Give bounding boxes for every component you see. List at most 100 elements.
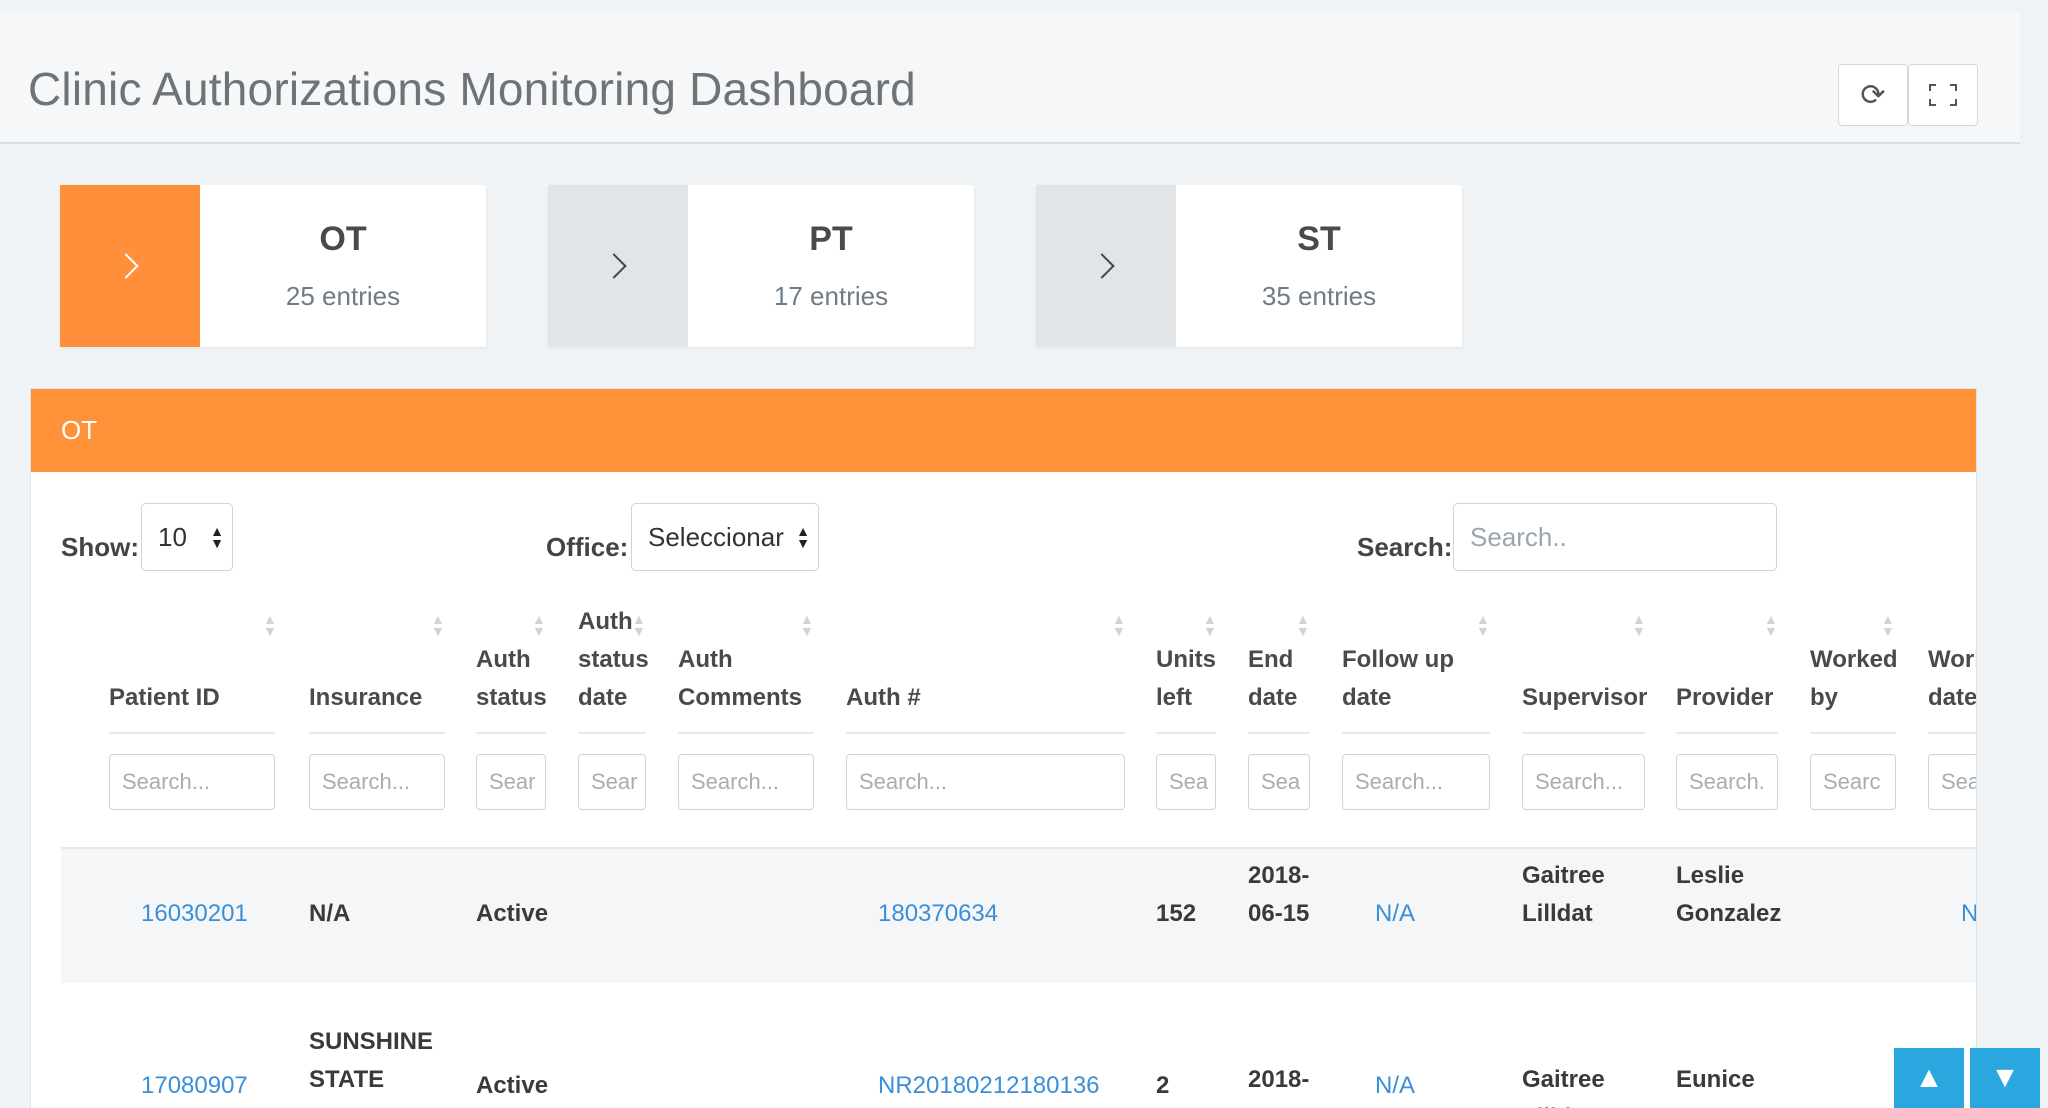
col-divider [846,732,1125,734]
show-label: Show: [61,532,139,562]
search-supervisor-input[interactable]: Search... [1522,754,1645,810]
provider-cell: Leslie [1676,862,1745,889]
select-arrows-icon: ▲ ▼ [796,523,810,551]
supervisor-cell: Gaitree [1522,862,1605,889]
end-date-cell: 03-12 [1248,1099,1309,1108]
units-left-cell: 2 [1156,1072,1170,1099]
card-ot-count: 25 entries [285,281,401,311]
card-pt-toggle[interactable] [548,185,688,347]
search-worked-by-input[interactable]: Searc [1810,754,1896,810]
office-select[interactable]: Seleccionar ▲ ▼ [631,503,819,571]
col-divider [476,732,546,734]
patient-id-link[interactable]: 17080907 [141,1067,248,1105]
auth-status-cell: Active [476,900,549,927]
col-header-patient-id[interactable]: Patient ID [109,679,220,717]
search-provider-input[interactable]: Search. [1676,754,1778,810]
auth-number-link[interactable]: NR20180212180136 [878,1067,1100,1105]
office-label: Office: [546,532,629,562]
scroll-up-button[interactable]: ▲ [1894,1048,1964,1108]
provider-cell: Orozco [1676,1099,1759,1108]
col-header-auth-comments[interactable]: Auth Comments [678,641,818,717]
card-ot-toggle[interactable] [60,185,200,347]
card-ot-title: OT [319,220,367,258]
show-select[interactable]: 10 ▲ ▼ [141,503,233,571]
card-pt-title: PT [809,220,853,258]
col-divider [1342,732,1490,734]
provider-cell: Gonzalez [1676,900,1782,927]
end-date-cell: 2018- [1248,862,1310,889]
panel-title: OT [31,389,1976,472]
office-value: Seleccionar [648,521,784,552]
card-pt[interactable]: PT 17 entries [548,185,974,347]
sort-icon[interactable]: ▲ ▼ [800,612,814,638]
search-insurance-input[interactable]: Search... [309,754,445,810]
expand-icon [1929,84,1957,106]
search-patient-id-input[interactable]: Search... [109,754,275,810]
chevron-right-icon [1089,253,1115,279]
sort-icon[interactable]: ▲ ▼ [1881,612,1895,638]
search-auth-status-date-input[interactable]: Sear [578,754,646,810]
insurance-cell: SUNSHINE [309,1028,434,1055]
card-st[interactable]: ST 35 entries [1036,185,1462,347]
sort-icon[interactable]: ▲ ▼ [1632,612,1646,638]
supervisor-cell: Gaitree [1522,1066,1605,1093]
col-header-follow-up-date[interactable]: Follow up date [1342,641,1482,717]
search-auth-comments-input[interactable]: Search... [678,754,814,810]
refresh-icon: ⟳ [1860,78,1886,112]
dashboard-header: Clinic Authorizations Monitoring Dashboa… [0,12,2020,144]
patient-id-link[interactable]: 16030201 [141,895,248,933]
chevron-right-icon [601,253,627,279]
page-title: Clinic Authorizations Monitoring Dashboa… [28,63,916,115]
col-divider [1248,732,1310,734]
sort-icon[interactable]: ▲ ▼ [431,612,445,638]
end-date-cell: 2018- [1248,1066,1310,1093]
follow-up-link[interactable]: N/A [1375,895,1415,933]
sort-icon[interactable]: ▲ ▼ [532,612,546,638]
work-date-link[interactable]: N [1961,895,1976,933]
units-left-cell: 152 [1156,900,1197,927]
follow-up-link[interactable]: N/A [1375,1067,1415,1105]
search-work-date-input[interactable]: Sea [1928,754,1976,810]
col-header-units-left[interactable]: Units left [1156,641,1226,717]
auth-status-cell: Active [476,1072,549,1099]
col-header-end-date[interactable]: End date [1248,641,1313,717]
sort-icon[interactable]: ▲ ▼ [1203,612,1217,638]
col-header-auth-number[interactable]: Auth # [846,679,921,717]
card-st-toggle[interactable] [1036,185,1176,347]
supervisor-cell: Lilldat [1522,1099,1593,1108]
select-arrows-icon: ▲ ▼ [210,523,224,551]
col-header-insurance[interactable]: Insurance [309,679,422,717]
col-divider [1676,732,1778,734]
global-search-input[interactable]: Search.. [1453,503,1777,571]
card-ot[interactable]: OT 25 entries [60,185,486,347]
search-auth-number-input[interactable]: Search... [846,754,1125,810]
search-end-date-input[interactable]: Sea [1248,754,1310,810]
col-divider [1156,732,1216,734]
insurance-cell: HEALTH [309,1099,405,1108]
sort-icon[interactable]: ▲ ▼ [263,612,277,638]
sort-icon[interactable]: ▲ ▼ [1296,612,1310,638]
fullscreen-button[interactable] [1908,64,1978,126]
col-divider [1928,732,1976,734]
sort-icon[interactable]: ▲ ▼ [1476,612,1490,638]
search-follow-up-input[interactable]: Search... [1342,754,1490,810]
col-header-worked-by[interactable]: Worked by [1810,641,1910,717]
refresh-button[interactable]: ⟳ [1838,64,1908,126]
card-st-count: 35 entries [1261,281,1377,311]
ot-panel: OT Show: 10 ▲ ▼ Office: Seleccionar ▲ ▼ Se… [30,388,1977,1108]
search-units-left-input[interactable]: Sea [1156,754,1216,810]
sort-icon[interactable]: ▲ ▼ [1112,612,1126,638]
col-header-work-date[interactable]: Worl date [1928,641,1976,717]
col-divider [578,732,646,734]
arrow-down-icon: ▼ [1990,1061,2020,1094]
sort-icon[interactable]: ▲ ▼ [1764,612,1778,638]
col-divider [109,732,275,734]
auth-number-link[interactable]: 180370634 [878,895,998,933]
search-auth-status-input[interactable]: Sear [476,754,546,810]
supervisor-cell: Lilldat [1522,900,1593,927]
scroll-down-button[interactable]: ▼ [1970,1048,2040,1108]
col-header-provider[interactable]: Provider [1676,679,1773,717]
col-header-supervisor[interactable]: Supervisor [1522,679,1647,717]
sort-icon[interactable]: ▲ ▼ [632,612,646,638]
col-header-auth-status[interactable]: Auth status [476,641,556,717]
